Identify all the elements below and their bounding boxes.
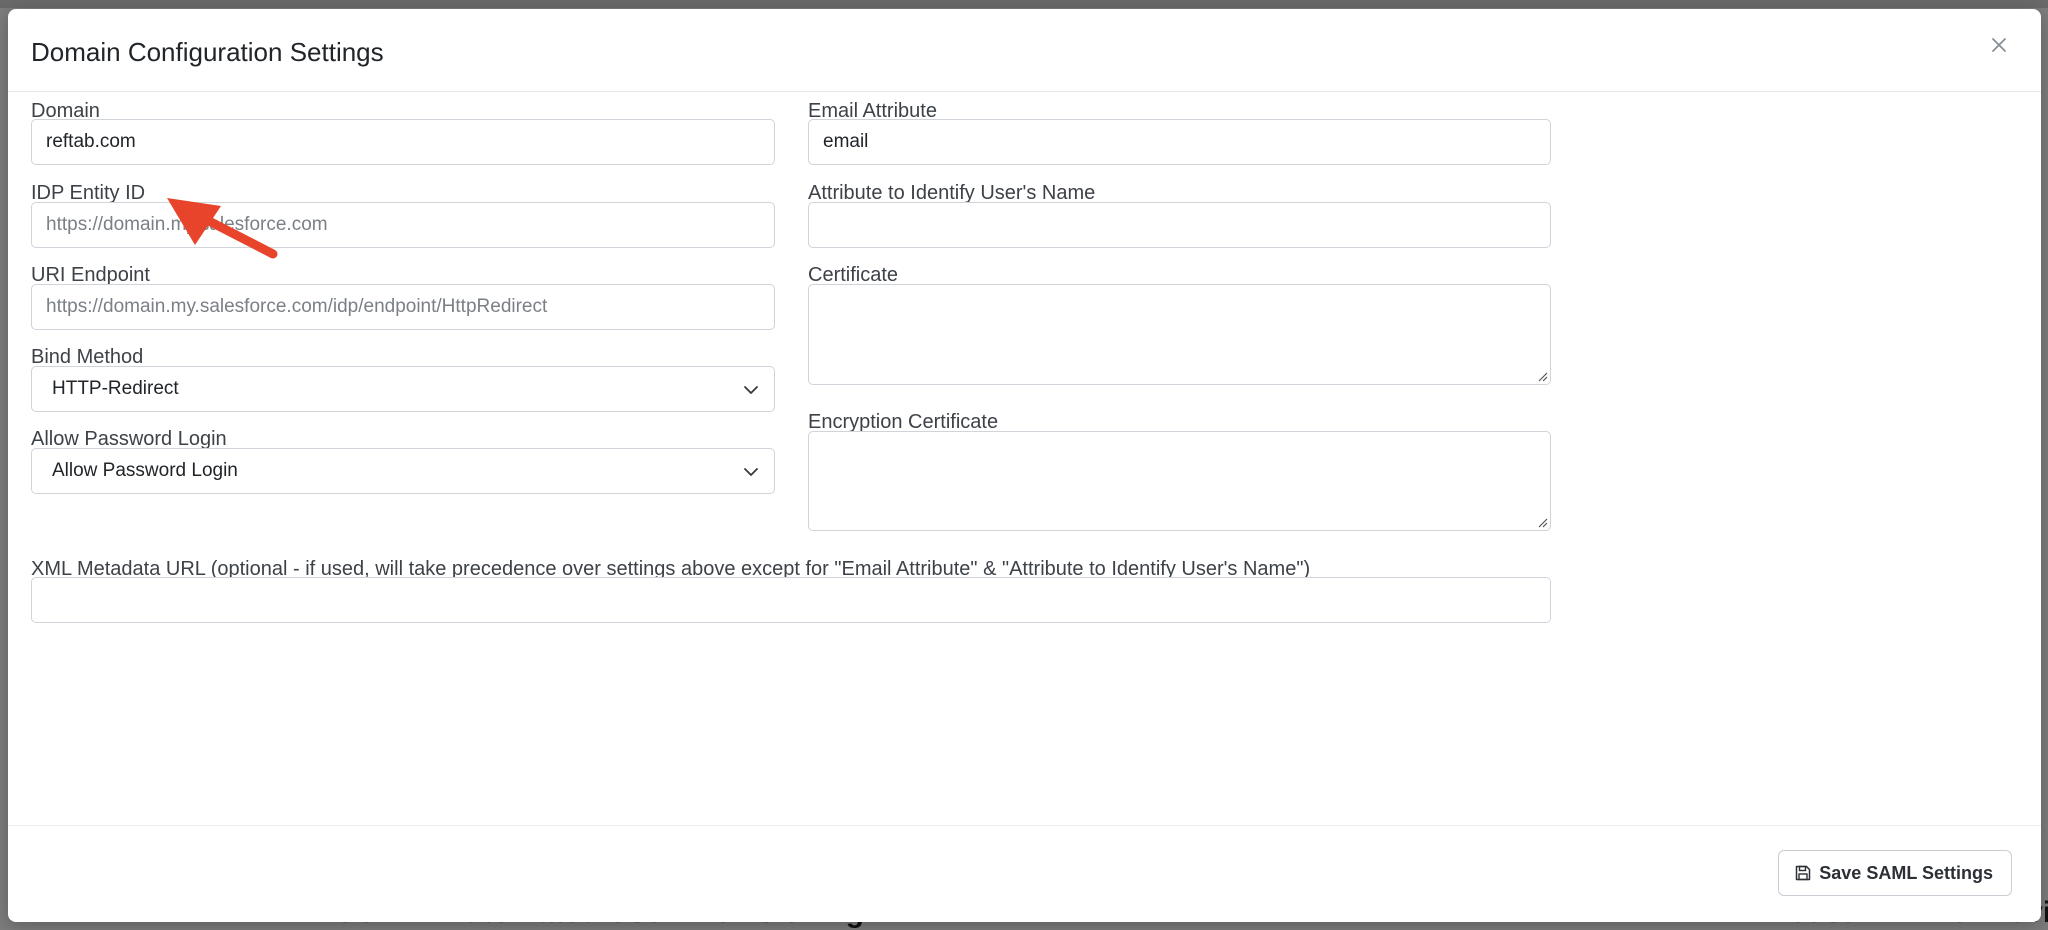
uri-endpoint-input[interactable] — [31, 284, 775, 330]
allow-password-login-selected: Allow Password Login — [52, 460, 238, 481]
background-topbar — [0, 0, 2048, 8]
certificate-field — [808, 284, 1551, 385]
floppy-disk-icon — [1796, 865, 1811, 881]
resize-grip-icon[interactable] — [1537, 371, 1548, 382]
arrow-pointer-icon — [167, 198, 278, 259]
modal-header: Domain Configuration Settings — [8, 9, 2041, 92]
chevron-down-icon — [744, 386, 758, 394]
allow-password-login-select[interactable]: Allow Password Login — [31, 448, 775, 494]
close-button[interactable] — [1983, 29, 2015, 61]
certificate-textarea[interactable] — [808, 284, 1551, 385]
xml-metadata-url-input[interactable] — [31, 577, 1551, 623]
idp-entity-id-input[interactable] — [31, 202, 775, 248]
modal-title: Domain Configuration Settings — [31, 37, 384, 67]
bind-method-selected: HTTP-Redirect — [52, 378, 179, 399]
resize-grip-icon[interactable] — [1537, 517, 1548, 528]
domain-configuration-modal: Domain Configuration Settings Domain IDP… — [8, 9, 2041, 922]
user-name-attribute-input[interactable] — [808, 202, 1551, 248]
encryption-certificate-textarea[interactable] — [808, 431, 1551, 531]
save-saml-settings-button[interactable]: Save SAML Settings — [1778, 850, 2012, 896]
chevron-down-icon — [744, 468, 758, 476]
close-icon — [1992, 38, 2006, 52]
encryption-certificate-field — [808, 431, 1551, 531]
bind-method-select[interactable]: HTTP-Redirect — [31, 366, 775, 412]
domain-input[interactable] — [31, 119, 775, 165]
modal-footer: Save SAML Settings — [8, 825, 2041, 922]
email-attribute-input[interactable] — [808, 119, 1551, 165]
save-saml-settings-label: Save SAML Settings — [1819, 862, 1993, 883]
